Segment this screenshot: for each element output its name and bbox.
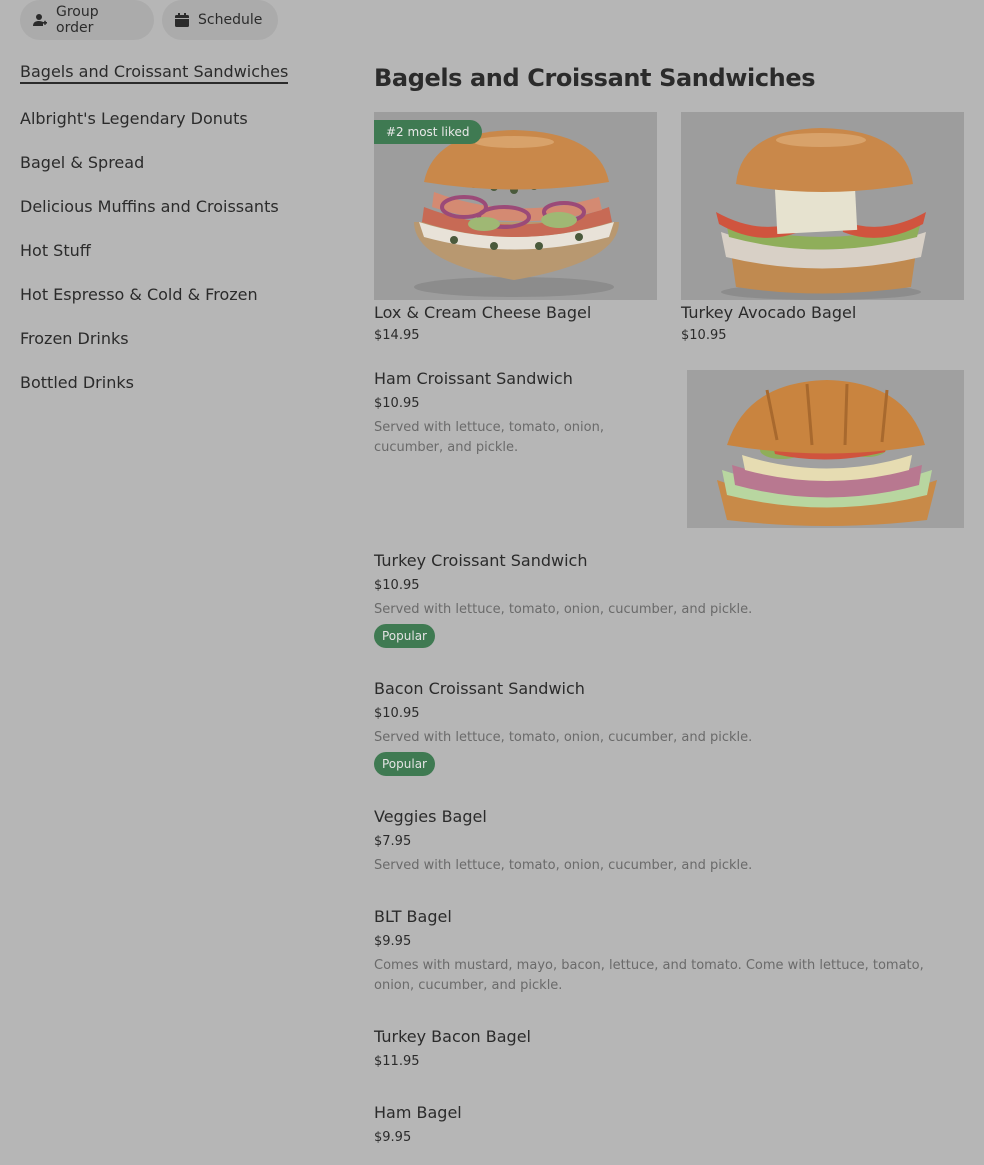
calendar-icon [174,12,190,28]
item-desc-bacon-croissant: Served with lettuce, tomato, onion, cucu… [374,730,753,745]
item-price-blt-bagel: $9.95 [374,934,412,949]
item-name-bacon-croissant[interactable]: Bacon Croissant Sandwich [374,679,585,698]
lox-bagel-image[interactable]: #2 most liked [374,112,657,300]
item-name-ham-croissant[interactable]: Ham Croissant Sandwich [374,369,573,388]
popular-badge: Popular [374,624,435,648]
item-price-ham-bagel: $9.95 [374,1130,412,1145]
item-desc-ham-croissant: Served with lettuce, tomato, onion, cucu… [374,420,604,455]
croissant-photo [687,370,964,528]
item-name-turkey-avocado-bagel[interactable]: Turkey Avocado Bagel [681,303,856,322]
item-price-turkey-avocado-bagel: $10.95 [681,328,727,343]
item-price-ham-croissant: $10.95 [374,396,420,411]
sidebar-item-hot-stuff[interactable]: Hot Stuff [20,241,91,260]
schedule-label: Schedule [198,12,263,28]
sidebar-item-hot-espresso[interactable]: Hot Espresso & Cold & Frozen [20,285,258,304]
sidebar-item-frozen-drinks[interactable]: Frozen Drinks [20,329,129,348]
item-price-lox-bagel: $14.95 [374,328,420,343]
sidebar-item-bagel-spread[interactable]: Bagel & Spread [20,153,144,172]
group-order-label: Group order [56,4,99,36]
person-add-icon [32,12,48,28]
item-name-turkey-bacon-bagel[interactable]: Turkey Bacon Bagel [374,1027,531,1046]
schedule-button[interactable]: Schedule [162,0,278,40]
item-desc-blt-bagel: Comes with mustard, mayo, bacon, lettuce… [374,958,924,993]
ham-croissant-image[interactable] [687,370,964,528]
item-price-turkey-bacon-bagel: $11.95 [374,1054,420,1069]
turkey-avocado-bagel-image[interactable] [681,112,964,300]
sidebar-item-bagels-croissant[interactable]: Bagels and Croissant Sandwiches [20,62,289,84]
most-liked-badge: #2 most liked [374,120,482,144]
item-name-ham-bagel[interactable]: Ham Bagel [374,1103,462,1122]
item-name-lox-bagel[interactable]: Lox & Cream Cheese Bagel [374,303,591,322]
item-price-veggies-bagel: $7.95 [374,834,412,849]
sidebar-item-donuts[interactable]: Albright's Legendary Donuts [20,109,248,128]
popular-badge: Popular [374,752,435,776]
section-title: Bagels and Croissant Sandwiches [374,64,816,92]
group-order-button[interactable]: Group order [20,0,154,40]
item-desc-veggies-bagel: Served with lettuce, tomato, onion, cucu… [374,858,753,873]
item-desc-turkey-croissant: Served with lettuce, tomato, onion, cucu… [374,602,753,617]
bagel-photo [681,112,964,300]
item-name-blt-bagel[interactable]: BLT Bagel [374,907,452,926]
sidebar-item-muffins-croissants[interactable]: Delicious Muffins and Croissants [20,197,279,216]
item-name-veggies-bagel[interactable]: Veggies Bagel [374,807,487,826]
sidebar-item-bottled-drinks[interactable]: Bottled Drinks [20,373,134,392]
item-price-bacon-croissant: $10.95 [374,706,420,721]
item-price-turkey-croissant: $10.95 [374,578,420,593]
item-name-turkey-croissant[interactable]: Turkey Croissant Sandwich [374,551,588,570]
